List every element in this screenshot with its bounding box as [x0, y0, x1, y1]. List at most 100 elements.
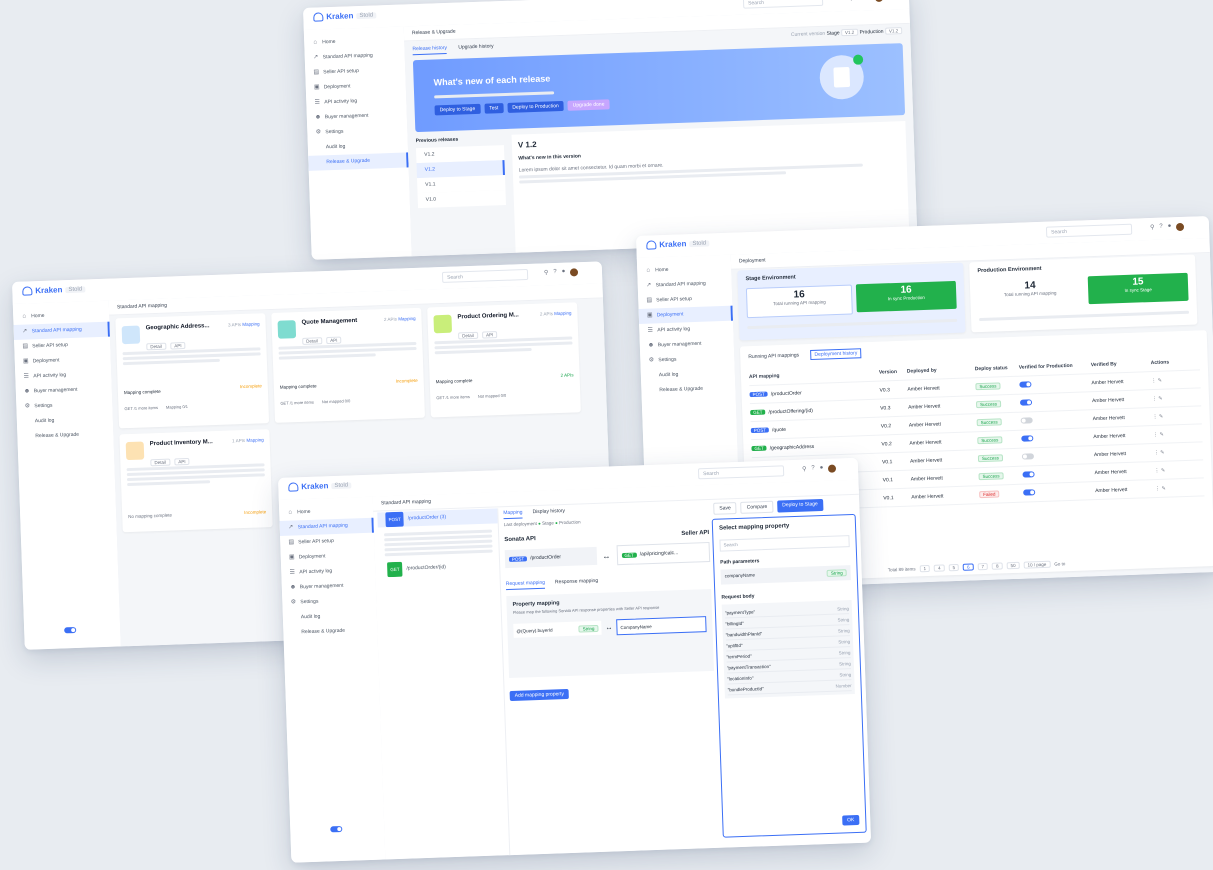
- row-actions-icon[interactable]: ⋮ ✎: [1151, 377, 1162, 383]
- sidebar-item-release[interactable]: Release & Upgrade: [283, 623, 377, 641]
- test-button[interactable]: Test: [484, 103, 504, 114]
- page-button[interactable]: 4: [933, 564, 945, 572]
- row-actions-icon[interactable]: ⋮ ✎: [1154, 467, 1165, 473]
- add-mapping-property-button[interactable]: Add mapping property: [509, 688, 570, 702]
- panel-search-input[interactable]: Search: [719, 535, 850, 552]
- ok-button[interactable]: OK: [841, 814, 860, 826]
- tab-mapping[interactable]: Mapping: [503, 507, 523, 520]
- version-cell: V0.3: [880, 404, 891, 412]
- sidebar-item-release[interactable]: Release & Upgrade: [17, 427, 113, 445]
- search-input[interactable]: Search: [697, 465, 785, 480]
- deploy-production-button[interactable]: Deploy to Production: [507, 100, 564, 113]
- api-card[interactable]: Geographic Address... 3 APIs Mapping Det…: [115, 313, 270, 429]
- save-button[interactable]: Save: [713, 502, 737, 515]
- upgrade-done-button[interactable]: Upgrade done: [567, 99, 610, 111]
- bell-icon[interactable]: ●: [562, 269, 566, 277]
- path-param-item[interactable]: companyName String: [720, 565, 851, 585]
- help-icon[interactable]: ?: [811, 465, 815, 473]
- page-button[interactable]: 50: [1006, 561, 1020, 570]
- link-icon: ↗: [288, 524, 294, 531]
- target-property-select[interactable]: CompanyName: [616, 616, 707, 636]
- tab-upgrade-history[interactable]: Upgrade history: [458, 41, 494, 52]
- avatar[interactable]: [1176, 222, 1185, 232]
- deploy-icon: ▣: [288, 554, 295, 561]
- toolbar-icons: ⚲? ●: [1150, 222, 1185, 232]
- api-card[interactable]: Product Inventory M... 1 APIs Mapping De…: [119, 429, 273, 533]
- avatar[interactable]: [875, 0, 884, 3]
- verified-toggle[interactable]: [1019, 397, 1092, 408]
- user-icon: ☻: [647, 342, 655, 349]
- mapping-link[interactable]: Mapping: [554, 310, 571, 316]
- api-card[interactable]: Product Ordering M... 2 APIs Mapping Det…: [427, 302, 581, 418]
- api-card[interactable]: Quote Management 2 APIs Mapping Detail A…: [271, 307, 425, 423]
- sidebar-item-release[interactable]: Release & Upgrade: [641, 381, 735, 399]
- verified-toggle[interactable]: [1023, 487, 1095, 498]
- tab-response-mapping[interactable]: Response mapping: [555, 576, 598, 587]
- tab-running[interactable]: Running API mappings: [748, 350, 799, 362]
- app-logo[interactable]: Kraken Stold: [313, 10, 377, 22]
- toolbar-icons: ⚲? ●: [849, 0, 884, 3]
- search-input[interactable]: Search: [441, 268, 529, 283]
- endpoint-item[interactable]: GET/productOrder/(id): [379, 558, 499, 578]
- app-logo[interactable]: Kraken Stold: [22, 284, 86, 296]
- version-cell: V0.1: [882, 476, 894, 484]
- page-button[interactable]: 1: [919, 564, 931, 573]
- search-input[interactable]: Search: [742, 0, 824, 9]
- release-item[interactable]: V1.0: [417, 190, 507, 209]
- page-size-select[interactable]: 10 / page: [1023, 560, 1051, 569]
- gear-icon: ⚙: [290, 599, 297, 606]
- search-input[interactable]: Search: [1045, 223, 1133, 238]
- app-logo[interactable]: Kraken Stold: [288, 480, 352, 492]
- avatar[interactable]: [828, 464, 837, 473]
- verified-toggle[interactable]: [1020, 415, 1093, 426]
- collapse-toggle[interactable]: [330, 819, 343, 837]
- help-icon[interactable]: ?: [1159, 224, 1163, 232]
- deploy-stage-button[interactable]: Deploy to Stage: [777, 499, 824, 513]
- deploy-stage-button[interactable]: Deploy to Stage: [434, 103, 481, 116]
- prod-sync-card[interactable]: 15 In sync Stage: [1087, 272, 1189, 305]
- row-actions-icon[interactable]: ⋮ ✎: [1154, 449, 1165, 455]
- tab-display-history[interactable]: Display history: [532, 506, 565, 517]
- verified-toggle[interactable]: [1021, 451, 1094, 462]
- page-button[interactable]: 8: [991, 562, 1003, 570]
- window-mapping-detail: Kraken Stold Search ⚲? ● ⌂ Home ↗ Standard A…: [278, 457, 872, 863]
- verified-toggle[interactable]: [1021, 433, 1093, 444]
- page-button[interactable]: 6: [962, 563, 974, 571]
- status-badge: Success: [976, 418, 1021, 427]
- page-button[interactable]: 5: [948, 563, 960, 572]
- mapping-link[interactable]: Mapping: [246, 437, 263, 443]
- deployed-by-cell: Amber Hervett: [910, 474, 943, 483]
- tab-deploy-history[interactable]: Deployment history: [810, 348, 862, 360]
- bell-icon[interactable]: ●: [867, 0, 871, 2]
- search-icon[interactable]: ⚲: [849, 0, 854, 3]
- bell-icon[interactable]: ●: [1168, 223, 1172, 231]
- search-icon[interactable]: ⚲: [1150, 224, 1155, 232]
- row-actions-icon[interactable]: ⋮ ✎: [1153, 431, 1164, 437]
- help-icon[interactable]: ?: [553, 269, 557, 277]
- help-icon[interactable]: ?: [858, 0, 862, 3]
- sonata-endpoint: POST/productOrder: [504, 546, 597, 569]
- row-actions-icon[interactable]: ⋮ ✎: [1155, 485, 1166, 491]
- search-icon[interactable]: ⚲: [544, 269, 549, 277]
- tab-request-mapping[interactable]: Request mapping: [505, 577, 546, 591]
- mapping-link[interactable]: Mapping: [242, 321, 259, 327]
- avatar[interactable]: [570, 268, 579, 277]
- status-badge: Success: [975, 400, 1020, 409]
- bell-icon[interactable]: ●: [820, 465, 824, 473]
- collapse-toggle[interactable]: [64, 619, 94, 634]
- row-actions-icon[interactable]: ⋮ ✎: [1153, 413, 1164, 419]
- mapping-link[interactable]: Mapping: [398, 316, 415, 322]
- tab-release-history[interactable]: Release history: [412, 43, 448, 56]
- compare-button[interactable]: Compare: [740, 500, 774, 514]
- page-button[interactable]: 7: [977, 562, 989, 571]
- home-icon: ⌂: [288, 509, 293, 516]
- verified-toggle[interactable]: [1019, 379, 1091, 390]
- verified-toggle[interactable]: [1022, 469, 1094, 480]
- user-icon: ☻: [314, 114, 322, 121]
- sidebar-item-release[interactable]: Release & Upgrade: [308, 152, 409, 171]
- stage-sync-card[interactable]: 16 In sync Production: [855, 280, 957, 313]
- row-actions-icon[interactable]: ⋮ ✎: [1152, 395, 1163, 401]
- search-icon[interactable]: ⚲: [802, 466, 807, 474]
- seller-endpoint-select[interactable]: GET/api/pricing/calc...: [616, 541, 711, 566]
- app-logo[interactable]: Kraken Stold: [646, 238, 710, 250]
